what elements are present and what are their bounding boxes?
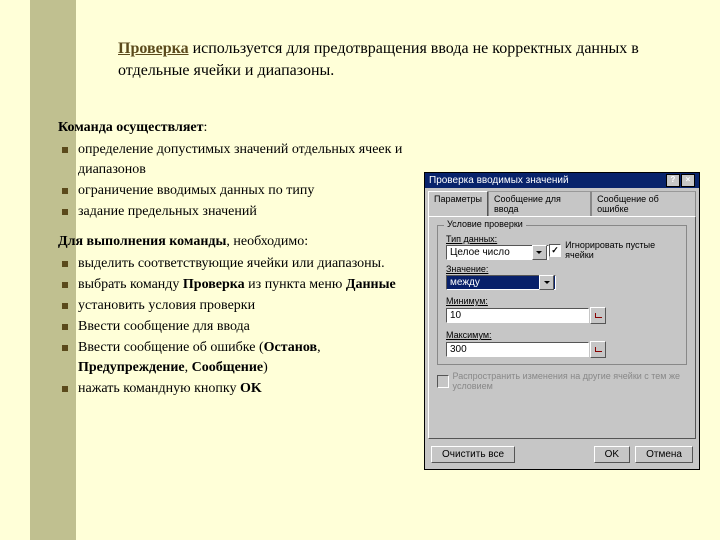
- label-spread: Распространить изменения на другие ячейк…: [453, 371, 687, 391]
- dialog-buttons: Очистить все OK Отмена: [425, 442, 699, 469]
- section2-head-a: Для выполнения команды: [58, 234, 226, 249]
- dialog-title: Проверка вводимых значений: [429, 175, 569, 186]
- select-condition[interactable]: между: [446, 275, 556, 290]
- slide-content: Команда осуществляет: определение допуст…: [58, 118, 428, 409]
- dialog-tabs: Параметры Сообщение для ввода Сообщение …: [425, 188, 699, 216]
- tab-input-message[interactable]: Сообщение для ввода: [488, 191, 591, 216]
- list-item: определение допустимых значений отдельны…: [58, 140, 428, 180]
- list-item: задание предельных значений: [58, 202, 428, 222]
- section1-list: определение допустимых значений отдельны…: [58, 140, 428, 222]
- range-picker-icon[interactable]: [590, 307, 606, 324]
- list-item: Ввести сообщение об ошибке (Останов, Пре…: [58, 338, 428, 378]
- slide-title: Проверка используется для предотвращения…: [118, 38, 678, 82]
- checkbox-ignore-blank[interactable]: ✓ Игнорировать пустые ячейки: [549, 240, 678, 260]
- tab-parameters[interactable]: Параметры: [428, 191, 488, 216]
- label-ignore-blank: Игнорировать пустые ячейки: [565, 240, 678, 260]
- cancel-button[interactable]: Отмена: [635, 446, 693, 463]
- select-data-type[interactable]: Целое число: [446, 245, 549, 260]
- list-item: выбрать команду Проверка из пункта меню …: [58, 275, 428, 295]
- chevron-down-icon: [539, 275, 554, 290]
- range-picker-icon[interactable]: [590, 341, 606, 358]
- label-data-type: Тип данных:: [446, 234, 549, 244]
- label-max: Максимум:: [446, 330, 606, 340]
- title-keyword: Проверка: [118, 40, 189, 57]
- section2-list: выделить соответствующие ячейки или диап…: [58, 254, 428, 399]
- help-button[interactable]: ?: [666, 174, 680, 187]
- chevron-down-icon: [532, 245, 547, 260]
- checkbox-icon: ✓: [549, 244, 561, 257]
- dialog-titlebar: Проверка вводимых значений ? ×: [425, 173, 699, 188]
- list-item: нажать командную кнопку OK: [58, 379, 428, 399]
- list-item: Ввести сообщение для ввода: [58, 317, 428, 337]
- tab-error-message[interactable]: Сообщение об ошибке: [591, 191, 696, 216]
- dialog-panel: Условие проверки Тип данных: Целое число…: [428, 216, 696, 439]
- input-max[interactable]: 300: [446, 342, 589, 357]
- input-min[interactable]: 10: [446, 308, 589, 323]
- value-data-type: Целое число: [450, 247, 510, 258]
- section1-head: Команда осуществляет: [58, 120, 204, 135]
- value-condition: между: [450, 277, 480, 288]
- ok-button[interactable]: OK: [594, 446, 630, 463]
- checkbox-spread: Распространить изменения на другие ячейк…: [437, 371, 687, 391]
- checkbox-icon: [437, 375, 449, 388]
- criteria-group: Условие проверки Тип данных: Целое число…: [437, 225, 687, 365]
- title-rest: используется для предотвращения ввода не…: [118, 40, 639, 79]
- label-condition: Значение:: [446, 264, 556, 274]
- section2-head-b: , необходимо:: [226, 234, 308, 249]
- group-legend: Условие проверки: [444, 219, 526, 229]
- validation-dialog: Проверка вводимых значений ? × Параметры…: [424, 172, 700, 470]
- clear-all-button[interactable]: Очистить все: [431, 446, 515, 463]
- list-item: выделить соответствующие ячейки или диап…: [58, 254, 428, 274]
- list-item: ограничение вводимых данных по типу: [58, 181, 428, 201]
- list-item: установить условия проверки: [58, 296, 428, 316]
- label-min: Минимум:: [446, 296, 606, 306]
- close-button[interactable]: ×: [681, 174, 695, 187]
